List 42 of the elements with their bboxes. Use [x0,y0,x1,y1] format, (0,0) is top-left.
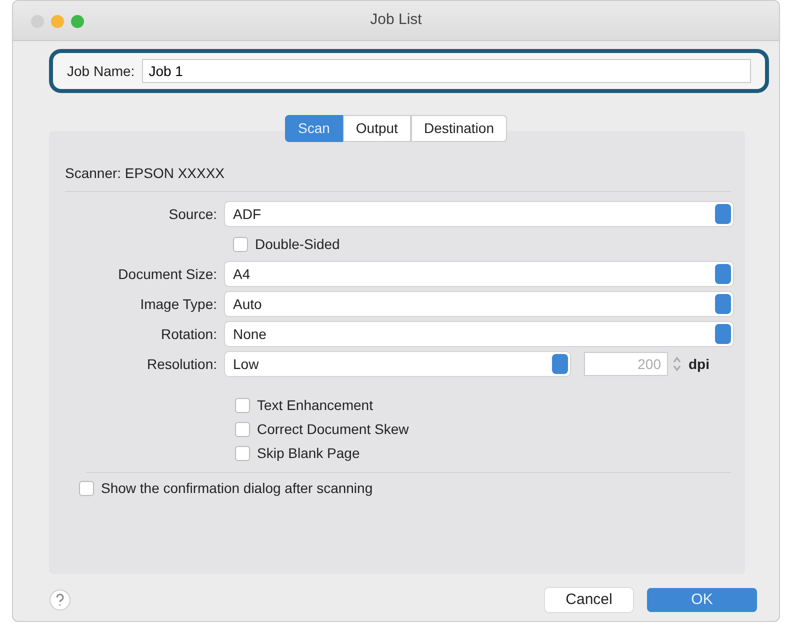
dropdown[interactable]: ADF [225,202,733,226]
dropdown[interactable]: A4 [225,262,733,286]
tab[interactable]: Output [342,115,411,142]
cancel-button[interactable]: Cancel [545,588,633,612]
stepper-icon [715,324,731,344]
field-label: Rotation: [160,324,218,344]
stepper-icon [715,294,731,314]
dropdown-value: Auto [233,294,262,314]
scanner-label: Scanner: EPSON XXXXX [65,164,226,183]
checkbox-label: Double-Sided [255,234,340,254]
stepper-icon [715,204,731,224]
field-label: Resolution: [146,354,218,374]
job-name-field[interactable]: Job 1 [142,59,751,83]
stepper-icon [672,355,682,373]
dropdown[interactable]: None [225,322,733,346]
checkbox-label: Skip Blank Page [257,444,360,463]
field-label: Image Type: [139,294,218,314]
window-control-button[interactable] [51,15,64,28]
stepper-icon [552,354,568,374]
checkbox-label: Show the confirmation dialog after scanning [101,478,373,498]
tab[interactable]: Destination [410,115,507,142]
checkbox[interactable] [235,446,250,460]
window-title: Job List [370,10,422,30]
checkbox[interactable] [235,422,250,436]
unit-label: dpi [688,354,710,374]
dropdown-value: None [233,324,266,344]
window-control-button[interactable] [71,15,84,28]
field-label: Job Name: [67,62,135,80]
checkbox[interactable] [235,398,250,412]
field-label: Source: [168,204,218,224]
help-icon[interactable] [49,589,71,611]
dropdown-value: Low [233,354,259,374]
dropdown-value: ADF [233,204,261,224]
field-label: Document Size: [117,264,218,284]
stepper-icon [715,264,731,284]
dropdown[interactable]: Low [225,352,570,376]
checkbox-label: Correct Document Skew [257,420,409,438]
dropdown-value: A4 [233,264,250,284]
checkbox[interactable] [79,480,94,496]
checkbox-label: Text Enhancement [257,396,373,414]
checkbox[interactable] [233,236,248,252]
dropdown[interactable]: Auto [225,292,733,316]
